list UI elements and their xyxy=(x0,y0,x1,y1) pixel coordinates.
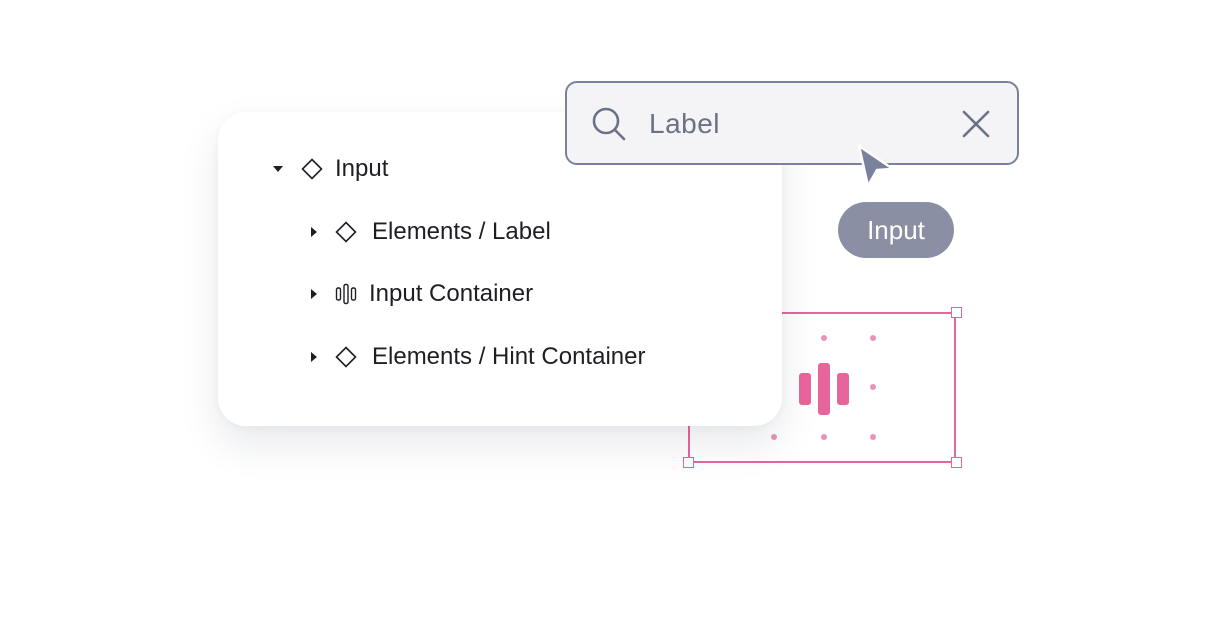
auto-layout-icon xyxy=(799,363,849,415)
layer-label: Elements / Hint Container xyxy=(372,343,646,370)
resize-handle-bottom-left[interactable] xyxy=(683,457,694,468)
caret-right-icon[interactable] xyxy=(311,289,317,299)
layer-label: Input Container xyxy=(369,280,534,307)
spacing-dot xyxy=(771,434,777,440)
layer-label: Elements / Label xyxy=(372,218,551,245)
layer-label: Input xyxy=(335,155,389,182)
pointer-cursor-icon xyxy=(857,144,895,188)
layer-search-field[interactable]: Label xyxy=(565,81,1019,165)
search-input-value[interactable]: Label xyxy=(649,105,720,143)
spacing-dot xyxy=(821,335,827,341)
search-icon xyxy=(592,107,626,141)
caret-right-icon[interactable] xyxy=(311,227,317,237)
caret-right-icon[interactable] xyxy=(311,352,317,362)
spacing-dot xyxy=(821,434,827,440)
resize-handle-bottom-right[interactable] xyxy=(951,457,962,468)
auto-layout-icon xyxy=(335,283,357,305)
component-diamond-icon xyxy=(335,346,357,368)
layer-name-tooltip: Input xyxy=(838,202,954,258)
resize-handle-top-right[interactable] xyxy=(951,307,962,318)
tooltip-label: Input xyxy=(867,214,925,245)
layer-row-input[interactable]: Input xyxy=(273,149,388,189)
layer-row-elements-hint-container[interactable]: Elements / Hint Container xyxy=(311,337,645,377)
spacing-dot xyxy=(870,434,876,440)
caret-down-icon[interactable] xyxy=(273,166,283,172)
component-diamond-icon xyxy=(301,158,323,180)
component-diamond-icon xyxy=(335,221,357,243)
spacing-dot xyxy=(870,335,876,341)
layer-row-elements-label[interactable]: Elements / Label xyxy=(311,212,551,252)
layer-row-input-container[interactable]: Input Container xyxy=(311,274,533,314)
close-icon[interactable] xyxy=(961,109,991,139)
spacing-dot xyxy=(870,384,876,390)
